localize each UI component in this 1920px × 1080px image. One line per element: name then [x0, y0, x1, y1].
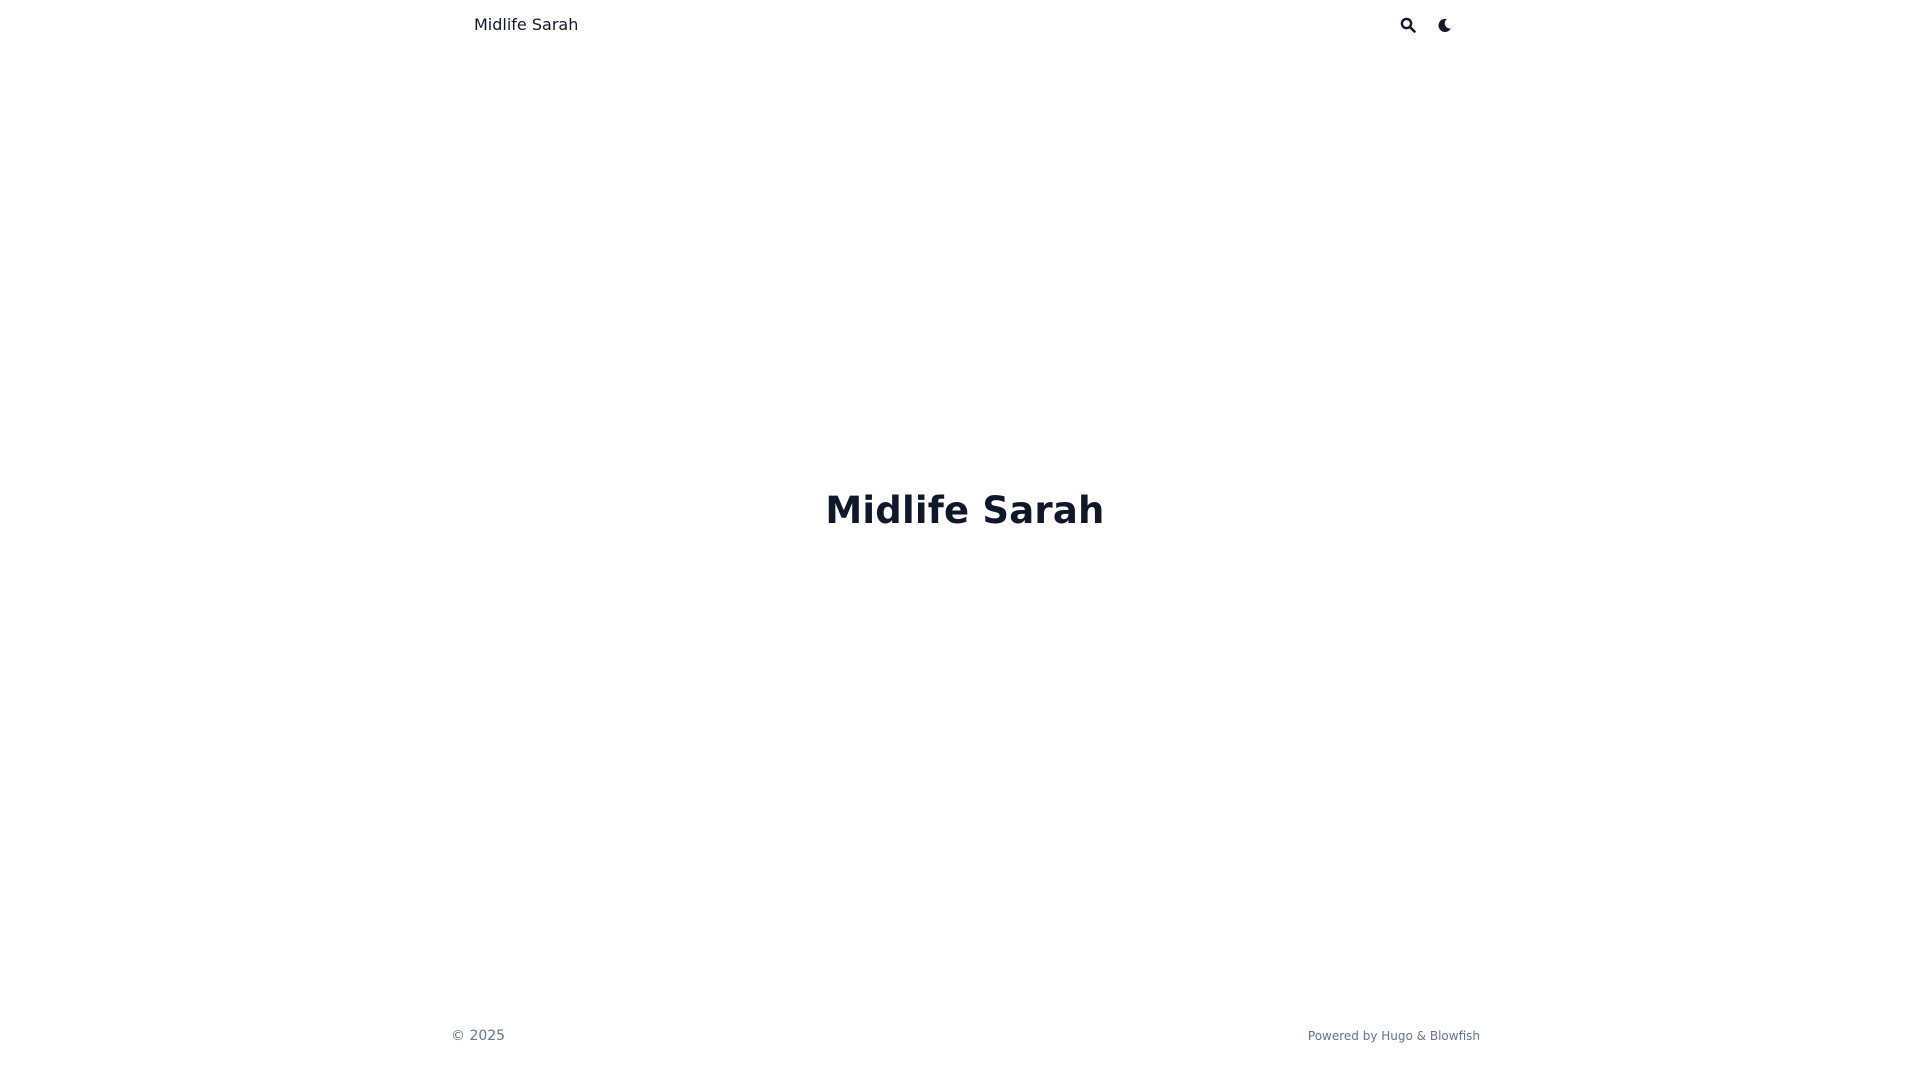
powered-by: Powered by Hugo & Blowfish: [1308, 1027, 1480, 1045]
search-icon: [1400, 17, 1416, 33]
moon-icon: [1438, 18, 1451, 32]
site-header: Midlife Sarah: [0, 0, 1920, 52]
blowfish-link[interactable]: Blowfish: [1430, 1029, 1480, 1043]
copyright-text: © 2025: [451, 1028, 506, 1044]
powered-by-prefix: Powered by: [1307, 1029, 1382, 1043]
header-actions: [1398, 14, 1454, 36]
hero-title: Midlife Sarah: [825, 489, 1105, 532]
search-button[interactable]: [1398, 14, 1418, 36]
site-footer: © 2025 Powered by Hugo & Blowfish: [451, 1024, 1480, 1048]
site-title-link[interactable]: Midlife Sarah: [474, 14, 578, 36]
hero-section: Midlife Sarah: [0, 483, 1920, 539]
page: Midlife Sarah Midlife Sarah © 2025 Power…: [0, 0, 1920, 1080]
powered-by-separator: &: [1412, 1029, 1430, 1043]
hugo-link[interactable]: Hugo: [1381, 1029, 1413, 1043]
theme-toggle-button[interactable]: [1434, 14, 1454, 36]
